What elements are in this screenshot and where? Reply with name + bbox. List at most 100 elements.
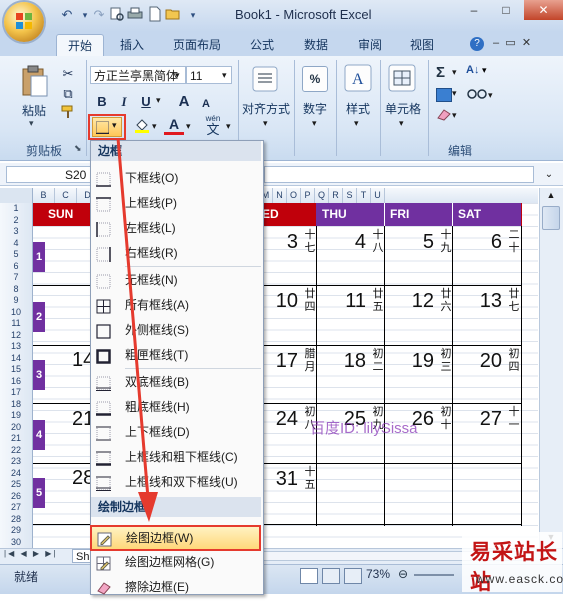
- name-box[interactable]: S20: [6, 166, 92, 183]
- phonetic-dropdown-icon[interactable]: ▾: [226, 121, 231, 132]
- calendar-day-cell[interactable]: 27 十一: [464, 406, 524, 438]
- font-name-combo[interactable]: 方正兰亭黑简体: [90, 66, 186, 84]
- normal-view-icon[interactable]: [300, 568, 318, 584]
- find-dropdown-icon[interactable]: ▾: [488, 90, 493, 101]
- row-header[interactable]: 5: [0, 249, 32, 261]
- autosum-button[interactable]: Σ: [436, 64, 445, 81]
- autosum-dropdown-icon[interactable]: ▾: [452, 67, 457, 78]
- column-header[interactable]: R: [329, 188, 343, 203]
- scroll-thumb[interactable]: [542, 206, 560, 230]
- close-button[interactable]: ✕: [524, 0, 563, 20]
- calendar-day-cell[interactable]: 12 廿六: [396, 288, 456, 320]
- clear-dropdown-icon[interactable]: ▾: [452, 110, 457, 121]
- help-icon[interactable]: ?: [470, 37, 484, 51]
- grow-font-button[interactable]: A: [174, 92, 194, 112]
- zoom-level[interactable]: 73%: [366, 567, 390, 581]
- alignment-button[interactable]: 对齐方式: [240, 100, 292, 117]
- calendar-day-cell[interactable]: 20 初四: [464, 348, 524, 380]
- row-header[interactable]: 18: [0, 399, 32, 411]
- row-header[interactable]: 22: [0, 445, 32, 457]
- sheet-nav-icons[interactable]: |◀ ◀ ▶ ▶|: [4, 549, 57, 558]
- row-header[interactable]: 23: [0, 456, 32, 468]
- fill-icon[interactable]: [436, 88, 452, 102]
- calendar-day-cell[interactable]: 6二十: [464, 229, 524, 261]
- clipboard-launcher-icon[interactable]: ⬊: [74, 143, 82, 154]
- row-header[interactable]: 27: [0, 502, 32, 514]
- row-header[interactable]: 24: [0, 468, 32, 480]
- quick-print-icon[interactable]: [126, 6, 144, 24]
- new-document-icon[interactable]: [146, 6, 164, 24]
- column-header[interactable]: S: [343, 188, 357, 203]
- redo-icon[interactable]: ↷: [90, 6, 108, 24]
- formula-input[interactable]: [264, 166, 534, 183]
- styles-button[interactable]: 样式: [338, 100, 378, 117]
- tab-formulas[interactable]: 公式: [240, 34, 284, 56]
- cells-dropdown-icon[interactable]: ▾: [399, 118, 404, 129]
- clear-icon[interactable]: [436, 108, 452, 122]
- row-header[interactable]: 7: [0, 272, 32, 284]
- underline-button[interactable]: U: [136, 92, 156, 112]
- row-header[interactable]: 8: [0, 284, 32, 296]
- wb-minimize-icon[interactable]: –: [490, 37, 505, 49]
- scroll-up-icon[interactable]: ▲: [542, 190, 560, 204]
- qat-customize-icon[interactable]: ▾: [184, 6, 202, 24]
- wb-close-icon[interactable]: ✕: [522, 37, 531, 49]
- maximize-button[interactable]: □: [490, 0, 522, 20]
- font-size-dropdown-icon[interactable]: ▾: [222, 66, 227, 84]
- row-header[interactable]: 14: [0, 353, 32, 365]
- calendar-day-cell[interactable]: 3十七: [260, 229, 320, 261]
- sort-filter-button[interactable]: A↓ ▾: [466, 64, 494, 82]
- vertical-scrollbar[interactable]: [539, 188, 563, 548]
- tab-view[interactable]: 视图: [400, 34, 444, 56]
- row-header[interactable]: 26: [0, 491, 32, 503]
- styles-dropdown-icon[interactable]: ▾: [354, 118, 359, 129]
- format-painter-icon[interactable]: [58, 104, 78, 124]
- tab-review[interactable]: 审阅: [348, 34, 392, 56]
- font-color-dropdown-icon[interactable]: ▾: [186, 121, 191, 132]
- calendar-day-cell[interactable]: 31 十五: [260, 466, 320, 498]
- zoom-slider[interactable]: [414, 574, 454, 576]
- shrink-font-button[interactable]: A: [196, 94, 216, 114]
- column-header[interactable]: U: [371, 188, 385, 203]
- calendar-day-cell[interactable]: 18 初二: [328, 348, 388, 380]
- column-header[interactable]: B: [33, 188, 55, 203]
- paste-dropdown-icon[interactable]: ▾: [29, 118, 34, 129]
- row-header[interactable]: 21: [0, 433, 32, 445]
- phonetic-guide-button[interactable]: wén 文: [200, 114, 226, 138]
- column-header[interactable]: N: [273, 188, 287, 203]
- tab-insert[interactable]: 插入: [110, 34, 154, 56]
- row-header[interactable]: 1: [0, 203, 32, 215]
- row-header[interactable]: 13: [0, 341, 32, 353]
- row-header[interactable]: 11: [0, 318, 32, 330]
- cells-button[interactable]: 单元格: [380, 100, 426, 117]
- number-button[interactable]: 数字: [296, 100, 334, 117]
- row-header[interactable]: 25: [0, 479, 32, 491]
- row-header[interactable]: 15: [0, 364, 32, 376]
- paste-button[interactable]: 粘贴: [14, 102, 54, 119]
- undo-icon[interactable]: ↶: [58, 6, 76, 24]
- calendar-day-cell[interactable]: 17 腊月: [260, 348, 320, 380]
- calendar-day-cell[interactable]: 11 廿五: [328, 288, 388, 320]
- open-folder-icon[interactable]: [164, 6, 182, 24]
- font-name-dropdown-icon[interactable]: ▾: [175, 66, 180, 84]
- calendar-day-cell[interactable]: 19 初三: [396, 348, 456, 380]
- row-header[interactable]: 10: [0, 307, 32, 319]
- row-header[interactable]: 17: [0, 387, 32, 399]
- row-header[interactable]: 6: [0, 261, 32, 273]
- tab-page-layout[interactable]: 页面布局: [166, 34, 228, 56]
- calendar-day-cell[interactable]: 4十八: [328, 229, 388, 261]
- calendar-day-cell[interactable]: 10 廿四: [260, 288, 320, 320]
- row-header[interactable]: 3: [0, 226, 32, 238]
- column-header[interactable]: C: [55, 188, 77, 203]
- row-header[interactable]: 4: [0, 238, 32, 250]
- row-header[interactable]: 28: [0, 514, 32, 526]
- row-header[interactable]: 9: [0, 295, 32, 307]
- column-header[interactable]: Q: [315, 188, 329, 203]
- column-header[interactable]: T: [357, 188, 371, 203]
- workbook-window-controls[interactable]: – ▭ ✕: [490, 36, 560, 52]
- row-header[interactable]: 12: [0, 330, 32, 342]
- calendar-day-cell[interactable]: 13 廿七: [464, 288, 524, 320]
- underline-dropdown-icon[interactable]: ▾: [156, 95, 161, 106]
- draw-menu-item[interactable]: 擦除边框(E): [91, 575, 261, 600]
- find-select-icon[interactable]: [466, 86, 490, 102]
